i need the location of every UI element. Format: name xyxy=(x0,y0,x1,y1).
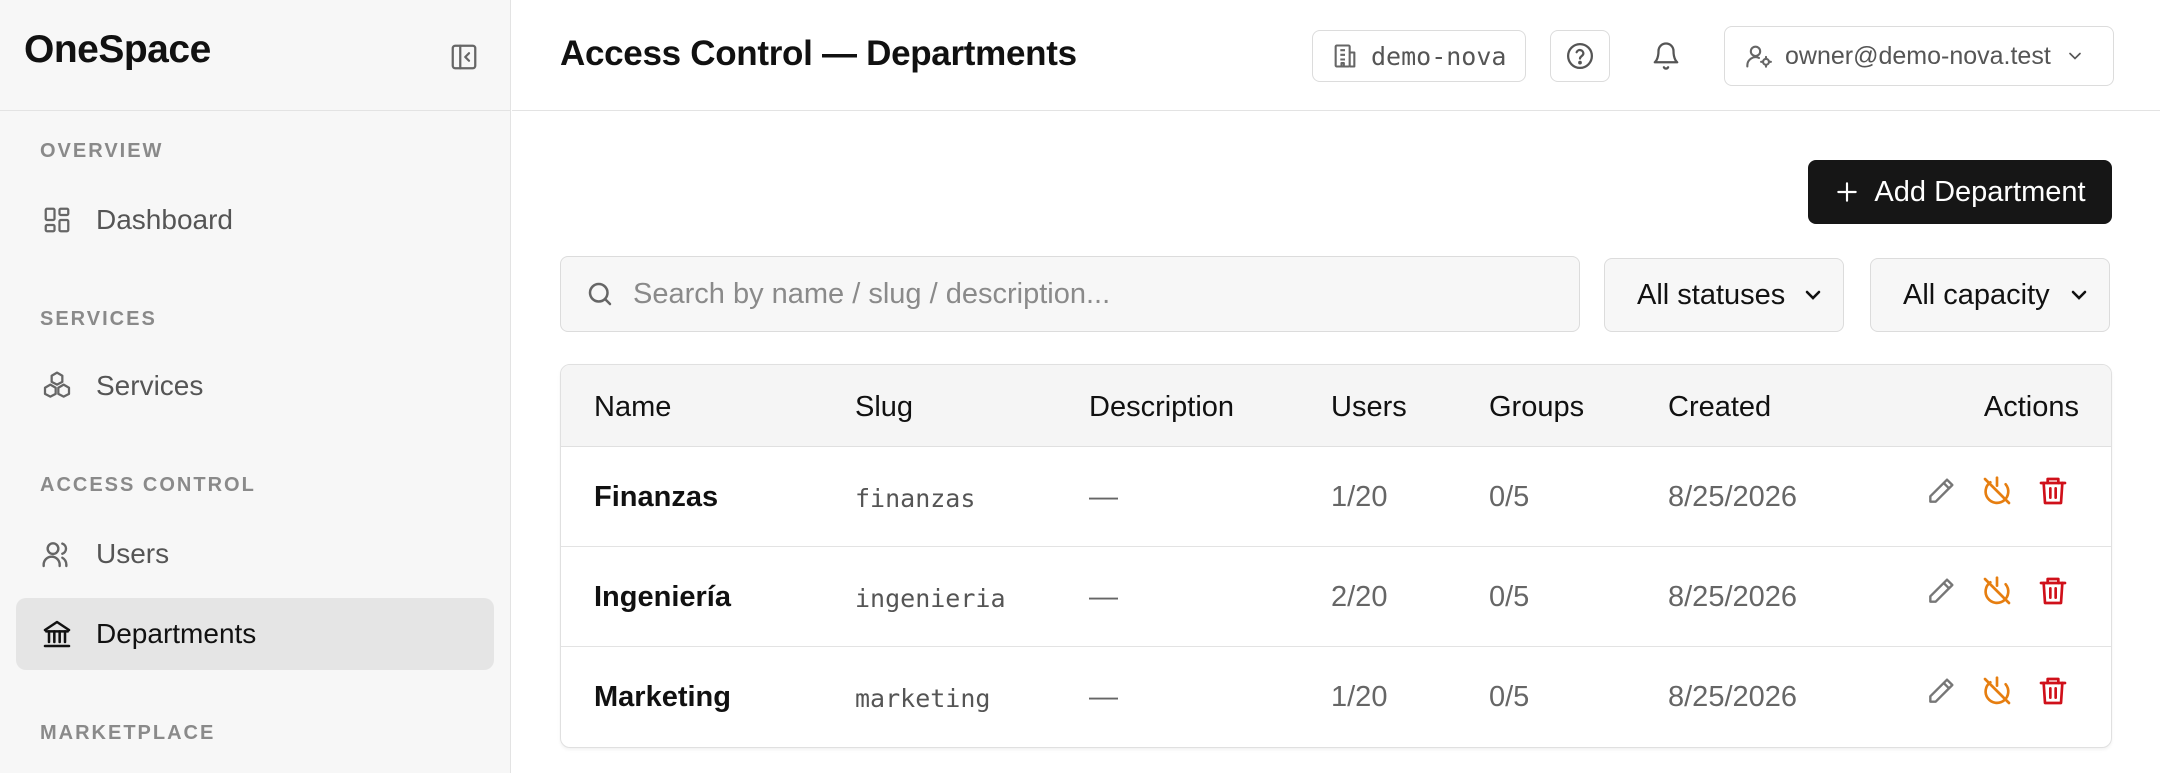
sidebar-item-dashboard[interactable]: Dashboard xyxy=(16,184,494,256)
power-off-icon xyxy=(1983,576,2011,605)
section-title-marketplace: MARKETPLACE xyxy=(40,722,216,744)
cell-description: — xyxy=(1089,681,1118,713)
sidebar-item-label: Services xyxy=(96,370,204,401)
cell-description: — xyxy=(1089,481,1118,513)
cell-created: 8/25/2026 xyxy=(1668,481,1798,513)
capacity-filter-value: All capacity xyxy=(1903,278,2050,311)
column-header-name[interactable]: Name xyxy=(594,391,671,424)
cell-groups: 0/5 xyxy=(1489,481,1530,513)
edit-button[interactable] xyxy=(1923,673,1959,709)
notifications-button[interactable] xyxy=(1648,38,1684,74)
user-menu[interactable]: owner@demo-nova.test xyxy=(1724,26,2114,86)
plus-icon xyxy=(1834,179,1860,205)
search-input[interactable] xyxy=(633,277,1533,311)
column-header-created[interactable]: Created xyxy=(1668,391,1771,424)
add-department-button[interactable]: Add Department xyxy=(1808,160,2112,224)
section-title-access-control: ACCESS CONTROL xyxy=(40,474,256,496)
cell-created: 8/25/2026 xyxy=(1668,681,1798,713)
sidebar-item-label: Dashboard xyxy=(96,204,233,235)
deactivate-button[interactable] xyxy=(1979,673,2015,709)
cell-users: 2/20 xyxy=(1331,581,1388,613)
brand-logo[interactable]: OneSpace xyxy=(24,28,211,72)
section-title-services: SERVICES xyxy=(40,308,157,330)
top-header: Access Control — Departments demo-nova o… xyxy=(512,0,2160,111)
pencil-icon xyxy=(1929,478,1954,503)
row-actions xyxy=(1923,573,2071,609)
search-icon xyxy=(588,282,612,306)
row-actions xyxy=(1923,673,2071,709)
search-box[interactable] xyxy=(560,256,1580,332)
sidebar: OneSpace OVERVIEW Dashboard SERVICES Ser… xyxy=(0,0,511,773)
sidebar-item-label: Departments xyxy=(96,618,257,649)
trash-icon xyxy=(2039,577,2067,605)
delete-button[interactable] xyxy=(2035,673,2071,709)
deactivate-button[interactable] xyxy=(1979,573,2015,609)
edit-button[interactable] xyxy=(1923,473,1959,509)
column-header-actions: Actions xyxy=(1983,391,2079,423)
help-icon xyxy=(1567,43,1593,69)
chevron-down-icon xyxy=(2067,283,2091,307)
cell-slug: ingenieria xyxy=(855,584,1006,613)
sidebar-item-departments[interactable]: Departments xyxy=(16,598,494,670)
cell-groups: 0/5 xyxy=(1489,581,1530,613)
cell-name: Ingeniería xyxy=(594,581,731,613)
delete-button[interactable] xyxy=(2035,573,2071,609)
user-email: owner@demo-nova.test xyxy=(1785,41,2051,70)
cell-description: — xyxy=(1089,581,1118,613)
cell-name: Finanzas xyxy=(594,481,719,513)
cell-created: 8/25/2026 xyxy=(1668,581,1798,613)
departments-table: Name Slug Description Users Groups Creat… xyxy=(560,364,2112,748)
building-columns-icon xyxy=(40,617,74,651)
tenant-name: demo-nova xyxy=(1371,41,1507,71)
cell-name: Marketing xyxy=(594,681,731,713)
cell-slug: marketing xyxy=(855,684,991,713)
power-off-icon xyxy=(1983,476,2011,505)
pencil-icon xyxy=(1929,678,1954,703)
sidebar-collapse-button[interactable] xyxy=(446,39,482,75)
users-icon xyxy=(40,537,74,571)
row-actions xyxy=(1923,473,2071,509)
table-row[interactable]: Ingeniería ingenieria — 2/20 0/5 8/25/20… xyxy=(561,547,2111,647)
power-off-icon xyxy=(1983,676,2011,705)
sidebar-item-services[interactable]: Services xyxy=(16,350,494,422)
sidebar-item-users[interactable]: Users xyxy=(16,518,494,590)
help-button[interactable] xyxy=(1550,30,1610,82)
trash-icon xyxy=(2039,677,2067,705)
chevron-down-icon xyxy=(2065,46,2085,66)
column-header-description[interactable]: Description xyxy=(1089,391,1234,424)
trash-icon xyxy=(2039,477,2067,505)
status-filter-value: All statuses xyxy=(1637,278,1786,311)
bell-icon xyxy=(1653,42,1679,70)
cell-users: 1/20 xyxy=(1331,481,1388,513)
page-title: Access Control — Departments xyxy=(560,34,1077,73)
user-cog-icon xyxy=(1745,42,1773,70)
section-title-overview: OVERVIEW xyxy=(40,140,164,162)
dashboard-icon xyxy=(40,203,74,237)
building-icon xyxy=(1331,42,1359,70)
capacity-filter-select[interactable]: All capacity xyxy=(1870,258,2110,332)
cell-users: 1/20 xyxy=(1331,681,1388,713)
table-header: Name Slug Description Users Groups Creat… xyxy=(561,365,2111,447)
boxes-icon xyxy=(40,369,74,403)
chevron-down-icon xyxy=(1801,283,1825,307)
table-row[interactable]: Finanzas finanzas — 1/20 0/5 8/25/2026 xyxy=(561,447,2111,547)
column-header-users[interactable]: Users xyxy=(1331,391,1407,424)
pencil-icon xyxy=(1929,578,1954,603)
sidebar-header: OneSpace xyxy=(0,0,510,111)
cell-groups: 0/5 xyxy=(1489,681,1530,713)
table-row[interactable]: Marketing marketing — 1/20 0/5 8/25/2026 xyxy=(561,647,2111,747)
add-department-label: Add Department xyxy=(1874,175,2086,208)
cell-slug: finanzas xyxy=(855,484,976,513)
deactivate-button[interactable] xyxy=(1979,473,2015,509)
sidebar-item-label: Users xyxy=(96,538,170,569)
edit-button[interactable] xyxy=(1923,573,1959,609)
column-header-slug[interactable]: Slug xyxy=(855,391,913,424)
delete-button[interactable] xyxy=(2035,473,2071,509)
status-filter-select[interactable]: All statuses xyxy=(1604,258,1844,332)
sidebar-toggle-icon xyxy=(451,44,477,70)
column-header-groups[interactable]: Groups xyxy=(1489,391,1584,424)
tenant-switcher[interactable]: demo-nova xyxy=(1312,30,1526,82)
